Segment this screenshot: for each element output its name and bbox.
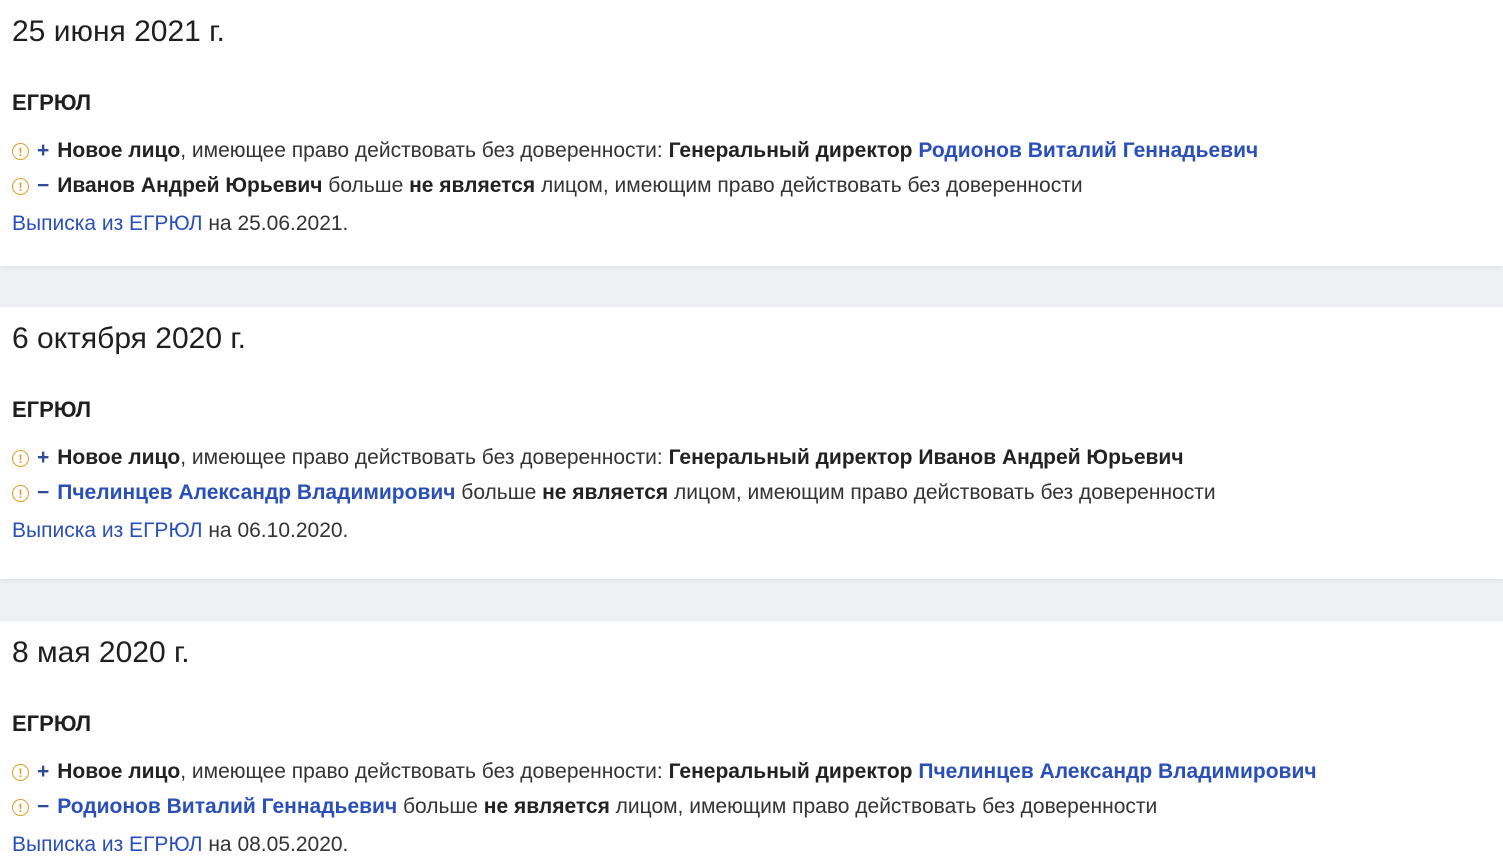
- extract-row: Выписка из ЕГРЮЛ на 08.05.2020.: [12, 830, 348, 860]
- new-person-label: Новое лицо: [57, 446, 181, 469]
- event-source: ЕГРЮЛ: [12, 711, 92, 736]
- extract-row: Выписка из ЕГРЮЛ на 06.10.2020.: [12, 516, 348, 546]
- added-text: , имеющее право действовать без доверенн…: [180, 760, 669, 783]
- event-date: 8 мая 2020 г.: [12, 636, 190, 669]
- removed-text-before: больше: [322, 174, 410, 197]
- added-person-row: ! + Новое лицо, имеющее право действовать …: [12, 443, 1184, 473]
- plus-sign: +: [37, 139, 50, 162]
- not-label: не является: [409, 174, 536, 197]
- minus-sign: −: [37, 795, 50, 818]
- warning-circle-icon[interactable]: !: [12, 799, 29, 816]
- extract-row: Выписка из ЕГРЮЛ на 25.06.2021.: [12, 209, 348, 239]
- extract-link[interactable]: Выписка из ЕГРЮЛ: [12, 519, 203, 542]
- position-label: Генеральный директор: [668, 760, 913, 783]
- added-person-row: ! + Новое лицо, имеющее право действовать …: [12, 136, 1258, 166]
- removed-text-after: лицом, имеющим право действовать без дов…: [668, 481, 1216, 504]
- person-link[interactable]: Пчелинцев Александр Владимирович: [918, 760, 1316, 783]
- event-source: ЕГРЮЛ: [12, 90, 92, 115]
- extract-date: на 08.05.2020.: [202, 833, 349, 856]
- removed-person-row: ! − Иванов Андрей Юрьевич больше не являет…: [12, 171, 1083, 201]
- new-person-label: Новое лицо: [57, 760, 181, 783]
- extract-date: на 06.10.2020.: [202, 519, 349, 542]
- plus-sign: +: [37, 446, 50, 469]
- extract-link[interactable]: Выписка из ЕГРЮЛ: [12, 212, 203, 235]
- not-label: не является: [542, 481, 669, 504]
- warning-circle-icon[interactable]: !: [12, 143, 29, 160]
- removed-text-before: больше: [397, 795, 484, 818]
- removed-text-after: лицом, имеющим право действовать без дов…: [609, 795, 1158, 818]
- event-date: 6 октября 2020 г.: [12, 322, 246, 355]
- event-source: ЕГРЮЛ: [12, 397, 92, 422]
- person-name: Иванов Андрей Юрьевич: [918, 446, 1184, 469]
- extract-date: на 25.06.2021.: [202, 212, 349, 235]
- person-link[interactable]: Пчелинцев Александр Владимирович: [57, 481, 455, 504]
- warning-circle-icon[interactable]: !: [12, 178, 29, 195]
- not-label: не является: [483, 795, 610, 818]
- position-label: Генеральный директор: [668, 446, 913, 469]
- minus-sign: −: [37, 174, 50, 197]
- event-card: 25 июня 2021 г. ЕГРЮЛ ! + Новое лицо, имею…: [0, 0, 1503, 266]
- added-text: , имеющее право действовать без доверенн…: [180, 139, 669, 162]
- removed-text-after: лицом, имеющим право действовать без дов…: [535, 174, 1083, 197]
- extract-link[interactable]: Выписка из ЕГРЮЛ: [12, 833, 203, 856]
- removed-text-before: больше: [455, 481, 543, 504]
- person-name: Иванов Андрей Юрьевич: [57, 174, 323, 197]
- event-card: 6 октября 2020 г. ЕГРЮЛ ! + Новое лицо, им…: [0, 307, 1503, 579]
- added-person-row: ! + Новое лицо, имеющее право действовать …: [12, 757, 1317, 787]
- person-link[interactable]: Родионов Виталий Геннадьевич: [918, 139, 1258, 162]
- warning-circle-icon[interactable]: !: [12, 764, 29, 781]
- removed-person-row: ! − Пчелинцев Александр Владимирович больш…: [12, 478, 1216, 508]
- person-link[interactable]: Родионов Виталий Геннадьевич: [57, 795, 397, 818]
- warning-circle-icon[interactable]: !: [12, 485, 29, 502]
- removed-person-row: ! − Родионов Виталий Геннадьевич больше не…: [12, 792, 1157, 822]
- new-person-label: Новое лицо: [57, 139, 181, 162]
- added-text: , имеющее право действовать без доверенн…: [180, 446, 669, 469]
- position-label: Генеральный директор: [668, 139, 913, 162]
- plus-sign: +: [37, 760, 50, 783]
- event-card: 8 мая 2020 г. ЕГРЮЛ ! + Новое лицо, имеюще…: [0, 621, 1503, 868]
- event-date: 25 июня 2021 г.: [12, 15, 225, 48]
- warning-circle-icon[interactable]: !: [12, 450, 29, 467]
- minus-sign: −: [37, 481, 50, 504]
